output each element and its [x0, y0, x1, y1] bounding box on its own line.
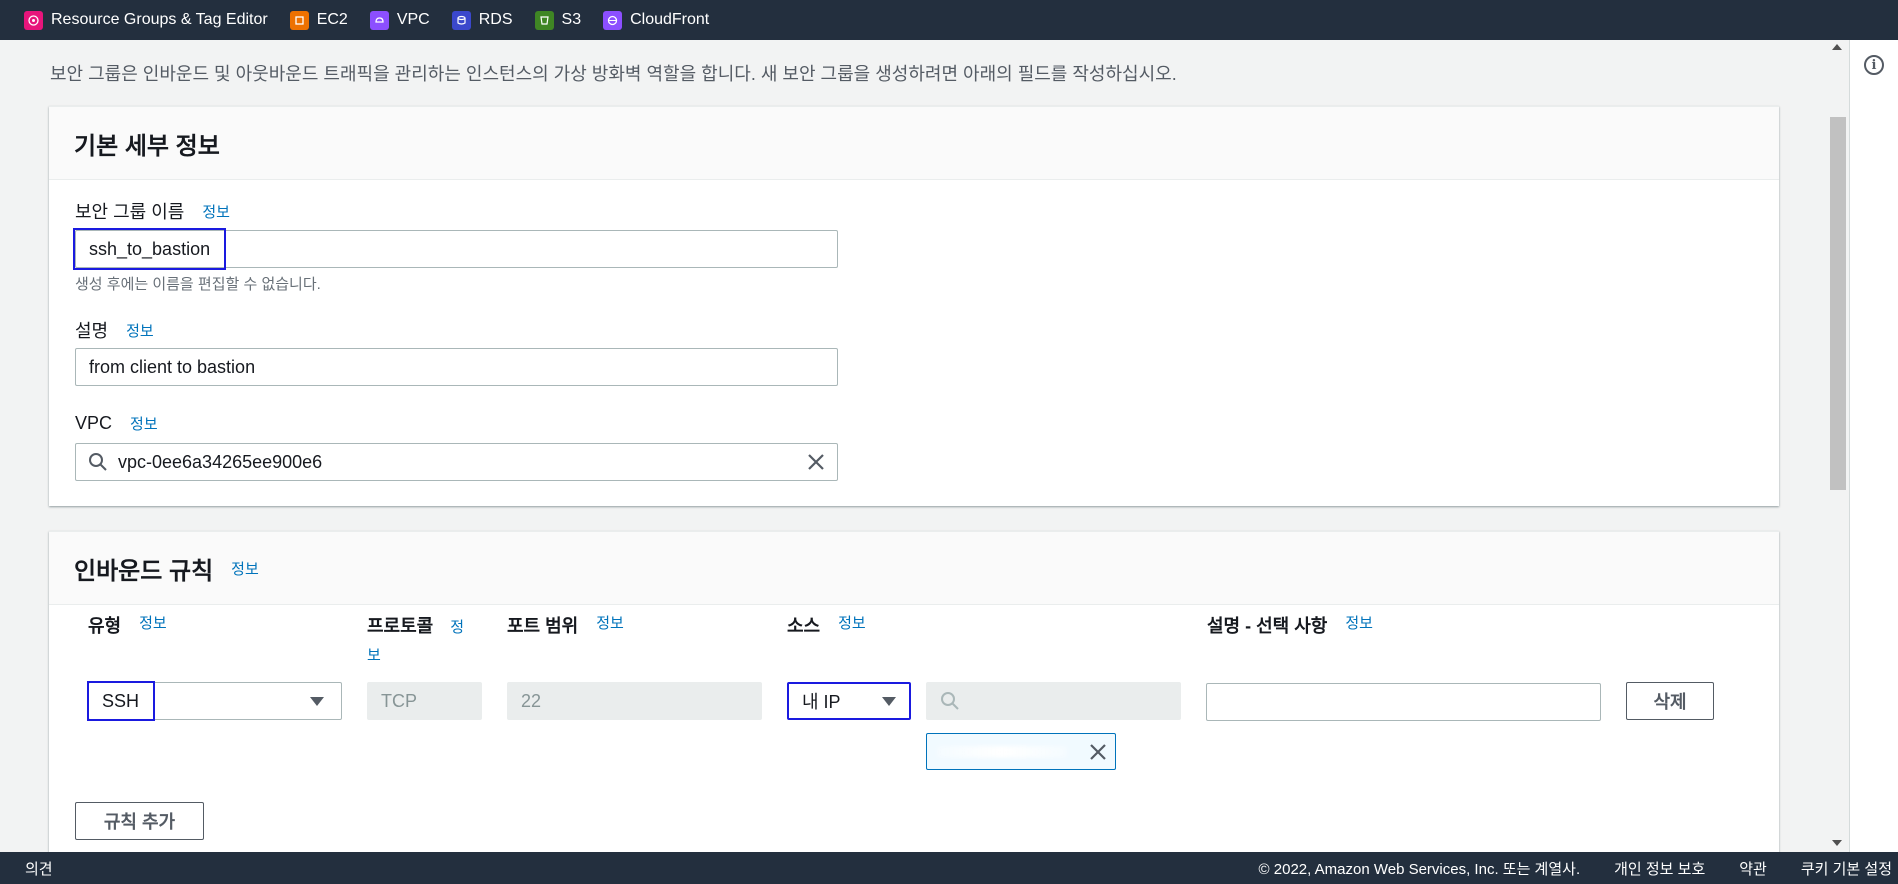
- scroll-up-arrow-icon[interactable]: [1832, 44, 1842, 50]
- basic-details-header: 기본 세부 정보: [49, 107, 1779, 180]
- help-panel-rail: [1849, 40, 1898, 852]
- description-label: 설명 정보: [75, 317, 154, 343]
- search-icon: [941, 692, 959, 710]
- bookmark-cloudfront[interactable]: CloudFront: [603, 10, 710, 30]
- terms-link[interactable]: 약관: [1739, 858, 1767, 879]
- delete-rule-button[interactable]: 삭제: [1626, 682, 1714, 720]
- info-link[interactable]: 정보: [1345, 612, 1373, 638]
- info-link[interactable]: 정: [450, 619, 464, 636]
- field-label-text: VPC: [75, 413, 113, 433]
- col-port-text: 포트 범위: [507, 616, 579, 636]
- info-link[interactable]: 정보: [202, 201, 230, 222]
- privacy-link[interactable]: 개인 정보 보호: [1614, 858, 1705, 879]
- info-link[interactable]: 정보: [596, 612, 624, 638]
- inbound-rules-header: 인바운드 규칙 정보: [49, 532, 1779, 605]
- basic-details-title: 기본 세부 정보: [74, 132, 220, 160]
- console-footer: 의견 © 2022, Amazon Web Services, Inc. 또는 …: [0, 852, 1898, 884]
- info-link[interactable]: 정보: [130, 413, 158, 434]
- col-source-text: 소스: [787, 616, 821, 636]
- field-label-text: 설명: [75, 321, 109, 341]
- scroll-down-arrow-icon[interactable]: [1832, 840, 1842, 846]
- copyright-text: © 2022, Amazon Web Services, Inc. 또는 계열사…: [1258, 860, 1581, 878]
- info-link-wrap[interactable]: 보: [367, 644, 477, 665]
- bookmark-vpc[interactable]: VPC: [369, 10, 430, 30]
- resource-groups-icon: [24, 10, 43, 30]
- info-link[interactable]: 정보: [231, 558, 259, 579]
- remove-token-icon[interactable]: [1089, 743, 1107, 761]
- info-panel-icon[interactable]: i: [1864, 55, 1884, 75]
- bookmark-resource-groups[interactable]: Resource Groups & Tag Editor: [24, 10, 268, 30]
- source-select[interactable]: 내 IP: [787, 682, 911, 720]
- bookmark-label: Resource Groups & Tag Editor: [51, 11, 268, 28]
- description-input[interactable]: from client to bastion: [75, 348, 838, 386]
- name-hint: 생성 후에는 이름을 편집할 수 없습니다.: [75, 276, 321, 293]
- clear-icon[interactable]: [807, 453, 825, 471]
- field-label-text: 보안 그룹 이름: [75, 202, 185, 222]
- add-rule-button[interactable]: 규칙 추가: [75, 802, 204, 840]
- col-description-text: 설명 - 선택 사항: [1207, 616, 1328, 636]
- caret-down-icon: [310, 697, 324, 706]
- redacted-ip: [937, 746, 1067, 758]
- ec2-icon: [289, 10, 309, 30]
- search-icon: [89, 453, 107, 471]
- bookmark-label: CloudFront: [630, 11, 710, 28]
- protocol-field: TCP: [367, 682, 482, 720]
- source-search-input[interactable]: [926, 682, 1181, 720]
- col-port-label: 포트 범위 정보: [507, 612, 624, 638]
- info-link[interactable]: 정보: [126, 320, 154, 341]
- source-value: 내 IP: [802, 692, 841, 712]
- info-link[interactable]: 정보: [139, 612, 167, 638]
- bookmark-rds[interactable]: RDS: [451, 10, 513, 30]
- rule-description-input[interactable]: [1206, 683, 1601, 721]
- col-protocol-label: 프로토콜 정 보: [367, 612, 477, 665]
- vpc-icon: [369, 10, 389, 30]
- info-link[interactable]: 정보: [838, 612, 866, 638]
- col-type-label: 유형 정보: [88, 612, 167, 638]
- inbound-rules-title: 인바운드 규칙: [74, 557, 214, 585]
- s3-icon: [534, 10, 554, 30]
- col-protocol-text: 프로토콜: [367, 616, 434, 636]
- bookmarks-bar: Resource Groups & Tag Editor EC2 VPC RDS…: [0, 0, 1898, 40]
- cloudfront-icon: [603, 10, 623, 30]
- highlight-box: [73, 228, 226, 270]
- bookmark-label: VPC: [396, 11, 430, 28]
- page-description: 보안 그룹은 인바운드 및 아웃바운드 트래픽을 관리하는 인스턴스의 가상 방…: [50, 64, 1177, 84]
- footer-links: © 2022, Amazon Web Services, Inc. 또는 계열사…: [1259, 858, 1898, 879]
- caret-down-icon: [882, 697, 896, 706]
- feedback-link[interactable]: 의견: [25, 858, 53, 879]
- col-description-label: 설명 - 선택 사항 정보: [1207, 612, 1373, 638]
- bookmark-ec2[interactable]: EC2: [289, 10, 348, 30]
- bookmark-label: S3: [561, 11, 582, 28]
- cookie-preferences-link[interactable]: 쿠키 기본 설정: [1801, 858, 1892, 879]
- rds-icon: [451, 10, 471, 30]
- col-source-label: 소스 정보: [787, 612, 866, 638]
- col-type-text: 유형: [88, 616, 122, 636]
- port-range-field: 22: [507, 682, 762, 720]
- source-token: [926, 733, 1116, 770]
- highlight-box: [87, 681, 155, 721]
- bookmark-label: EC2: [316, 11, 348, 28]
- bookmark-label: RDS: [478, 11, 513, 28]
- scrollbar-thumb[interactable]: [1830, 117, 1846, 490]
- vpc-label: VPC 정보: [75, 413, 158, 434]
- vpc-value: vpc-0ee6a34265ee900e6: [118, 451, 323, 472]
- bookmark-s3[interactable]: S3: [534, 10, 582, 30]
- security-group-name-label: 보안 그룹 이름 정보: [75, 198, 230, 224]
- vpc-select[interactable]: vpc-0ee6a34265ee900e6: [75, 443, 838, 481]
